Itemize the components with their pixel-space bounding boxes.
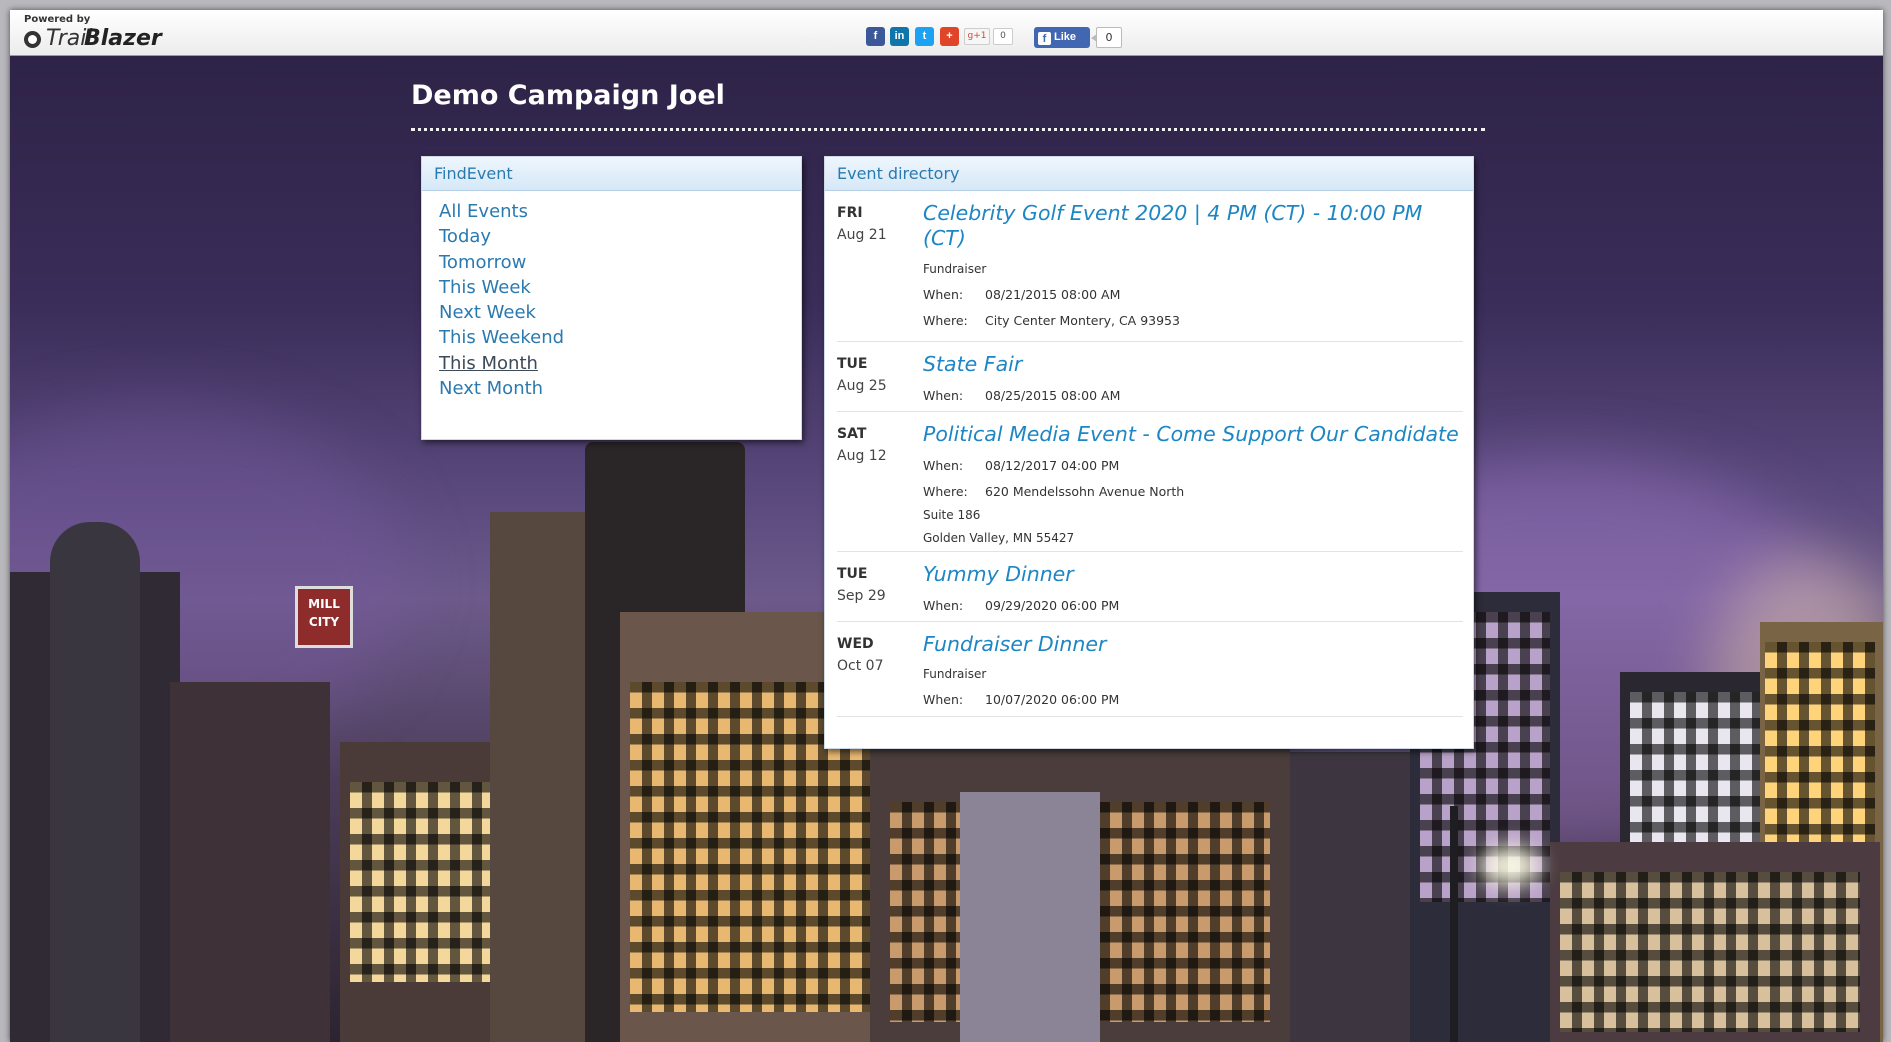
facebook-like-button[interactable]: f Like xyxy=(1034,27,1090,48)
google-plus-button[interactable]: g+1 xyxy=(964,28,990,45)
trailblazer-logo-icon xyxy=(24,31,41,48)
event-day: SAT xyxy=(837,426,867,442)
event-type: Fundraiser xyxy=(923,667,987,681)
event-day: WED xyxy=(837,636,874,652)
share-label: Share xyxy=(798,35,830,48)
google-plus-count: 0 xyxy=(993,28,1013,45)
title-divider xyxy=(411,128,1485,131)
filter-all-events[interactable]: All Events xyxy=(439,199,801,224)
event-title-link[interactable]: State Fair xyxy=(923,352,1463,377)
event-title-link[interactable]: Fundraiser Dinner xyxy=(923,632,1463,657)
filter-this-month[interactable]: This Month xyxy=(439,351,801,376)
event-item: SAT Aug 12 Political Media Event - Come … xyxy=(837,412,1463,552)
event-title-link[interactable]: Yummy Dinner xyxy=(923,562,1463,587)
when-label: When: xyxy=(923,598,964,613)
event-title-line1: Celebrity Golf Event 2020 | 4 PM (CT) - … xyxy=(923,201,1423,225)
event-item: TUE Aug 25 State Fair When: 08/25/2015 0… xyxy=(837,342,1463,412)
filter-today[interactable]: Today xyxy=(439,224,801,249)
when-label: When: xyxy=(923,458,964,473)
trailblazer-logo[interactable]: Powered by Trail Blazer xyxy=(22,14,172,54)
event-title-link[interactable]: Political Media Event - Come Support Our… xyxy=(923,422,1463,447)
event-where-line2: Suite 186 xyxy=(923,508,981,522)
where-label: Where: xyxy=(923,313,968,328)
linkedin-share-icon[interactable]: in xyxy=(890,27,909,46)
event-day: TUE xyxy=(837,566,868,582)
event-directory-panel: Event directory FRI Aug 21 Celebrity Gol… xyxy=(824,156,1474,749)
event-date: Aug 25 xyxy=(837,378,887,394)
brand-name-part2: Blazer xyxy=(84,26,162,51)
when-label: When: xyxy=(923,287,964,302)
event-item: WED Oct 07 Fundraiser Dinner Fundraiser … xyxy=(837,622,1463,717)
filter-tomorrow[interactable]: Tomorrow xyxy=(439,250,801,275)
find-event-list: All Events Today Tomorrow This Week Next… xyxy=(422,191,801,401)
powered-by-label: Powered by xyxy=(24,14,91,25)
street-lamp xyxy=(1450,806,1458,1042)
filter-next-month[interactable]: Next Month xyxy=(439,376,801,401)
facebook-icon: f xyxy=(1038,32,1051,45)
find-event-heading: FindEvent xyxy=(422,157,801,191)
event-when: 08/25/2015 08:00 AM xyxy=(985,388,1121,403)
event-title-link[interactable]: Celebrity Golf Event 2020 | 4 PM (CT) - … xyxy=(923,201,1463,251)
event-type: Fundraiser xyxy=(923,262,987,276)
event-item: TUE Sep 29 Yummy Dinner When: 09/29/2020… xyxy=(837,552,1463,622)
top-bar: Powered by Trail Blazer Share f in t + g… xyxy=(10,10,1883,56)
twitter-share-icon[interactable]: t xyxy=(915,27,934,46)
when-label: When: xyxy=(923,388,964,403)
filter-next-week[interactable]: Next Week xyxy=(439,300,801,325)
event-when: 08/12/2017 04:00 PM xyxy=(985,458,1120,473)
event-directory-heading: Event directory xyxy=(825,157,1473,191)
facebook-like-count: 0 xyxy=(1091,27,1122,48)
addthis-share-icon[interactable]: + xyxy=(940,27,959,46)
event-when: 09/29/2020 06:00 PM xyxy=(985,598,1120,613)
event-when: 10/07/2020 06:00 PM xyxy=(985,692,1120,707)
find-event-panel: FindEvent All Events Today Tomorrow This… xyxy=(421,156,802,440)
filter-this-weekend[interactable]: This Weekend xyxy=(439,325,801,350)
event-when: 08/21/2015 08:00 AM xyxy=(985,287,1121,302)
filter-this-week[interactable]: This Week xyxy=(439,275,801,300)
browser-viewport: Powered by Trail Blazer Share f in t + g… xyxy=(10,10,1883,1042)
facebook-share-icon[interactable]: f xyxy=(866,27,885,46)
event-item: FRI Aug 21 Celebrity Golf Event 2020 | 4… xyxy=(837,192,1463,342)
event-date: Oct 07 xyxy=(837,658,884,674)
event-title-line2: (CT) xyxy=(923,226,966,250)
event-date: Sep 29 xyxy=(837,588,886,604)
event-where: City Center Montery, CA 93953 xyxy=(985,313,1180,328)
event-day: FRI xyxy=(837,205,863,221)
page-title: Demo Campaign Joel xyxy=(411,80,725,111)
mill-city-sign: MILL CITY xyxy=(295,586,353,648)
where-label: Where: xyxy=(923,484,968,499)
event-day: TUE xyxy=(837,356,868,372)
when-label: When: xyxy=(923,692,964,707)
event-where-line3: Golden Valley, MN 55427 xyxy=(923,531,1075,545)
event-date: Aug 21 xyxy=(837,227,887,243)
event-where: 620 Mendelssohn Avenue North xyxy=(985,484,1185,499)
event-date: Aug 12 xyxy=(837,448,887,464)
facebook-like-label: Like xyxy=(1054,31,1077,43)
